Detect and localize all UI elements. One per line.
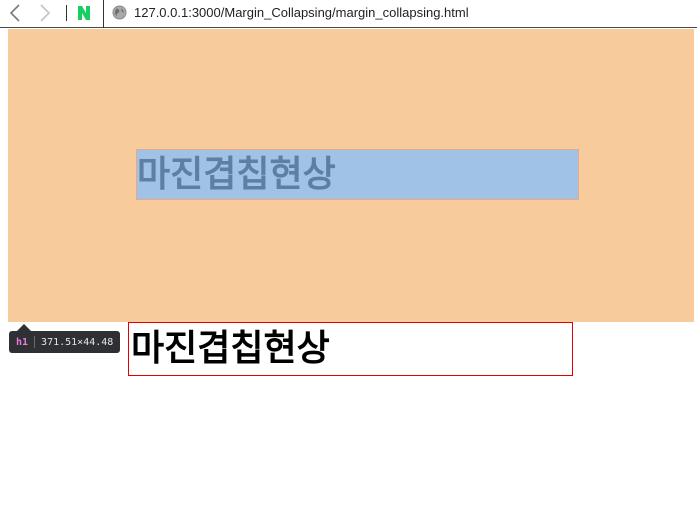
- tooltip-tag: h1: [16, 336, 29, 348]
- devtools-highlighted-heading: 마진겹칩현상: [136, 149, 579, 200]
- heading-text: 마진겹칩현상: [131, 328, 330, 369]
- globe-icon: [112, 5, 127, 20]
- tooltip-arrow: [17, 324, 31, 331]
- tooltip-divider: [34, 336, 36, 348]
- chevron-left-icon: [9, 4, 20, 22]
- toolbar-divider: [103, 0, 104, 28]
- address-bar-url[interactable]: 127.0.0.1:3000/Margin_Collapsing/margin_…: [134, 5, 469, 21]
- browser-toolbar: 127.0.0.1:3000/Margin_Collapsing/margin_…: [0, 0, 697, 28]
- naver-button[interactable]: [75, 4, 93, 22]
- naver-logo-icon: [78, 6, 90, 20]
- page-viewport: 마진겹칩현상 h1 371.51×44.48 마진겹칩현상: [0, 29, 697, 521]
- devtools-element-tooltip: h1 371.51×44.48: [9, 331, 121, 353]
- heading-box: 마진겹칩현상: [128, 322, 573, 376]
- toolbar-divider: [66, 5, 67, 21]
- heading-highlighted-text: 마진겹칩현상: [137, 154, 336, 195]
- chevron-right-icon: [40, 4, 51, 22]
- orange-container: 마진겹칩현상: [8, 29, 694, 322]
- forward-button[interactable]: [36, 4, 54, 22]
- tooltip-dimensions: 371.51×44.48: [41, 336, 114, 348]
- back-button[interactable]: [6, 4, 24, 22]
